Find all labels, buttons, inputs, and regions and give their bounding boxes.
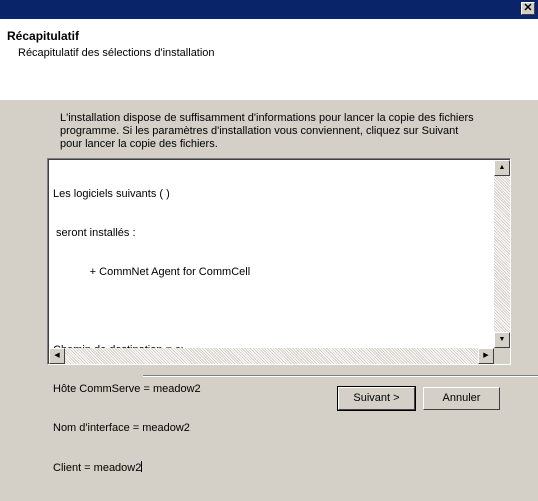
horizontal-scrollbar[interactable]: ◀ ▶	[49, 348, 494, 364]
scroll-down-icon[interactable]: ▼	[494, 332, 510, 348]
header-panel: Récapitulatif Récapitulatif des sélectio…	[0, 19, 538, 100]
title-bar: ✕	[0, 0, 538, 19]
scroll-right-icon[interactable]: ▶	[478, 348, 494, 364]
summary-text: Les logiciels suivants ( ) seront instal…	[53, 188, 251, 474]
page-title: Récapitulatif	[7, 29, 80, 43]
close-icon[interactable]: ✕	[521, 2, 535, 15]
footer-divider	[143, 375, 538, 377]
vertical-scrollbar[interactable]: ▲ ▼	[494, 160, 510, 348]
summary-textbox[interactable]: Les logiciels suivants ( ) seront instal…	[47, 158, 511, 474]
divider	[0, 99, 538, 100]
cancel-button[interactable]: Annuler	[423, 387, 500, 410]
text-cursor	[141, 461, 143, 472]
scroll-up-icon[interactable]: ▲	[494, 160, 510, 176]
page-subtitle: Récapitulatif des sélections d'installat…	[18, 47, 215, 59]
next-button[interactable]: Suivant >	[337, 386, 416, 411]
scroll-left-icon[interactable]: ◀	[49, 348, 65, 364]
scrollbar-corner	[494, 348, 510, 364]
intro-text: L'installation dispose de suffisamment d…	[60, 112, 474, 150]
